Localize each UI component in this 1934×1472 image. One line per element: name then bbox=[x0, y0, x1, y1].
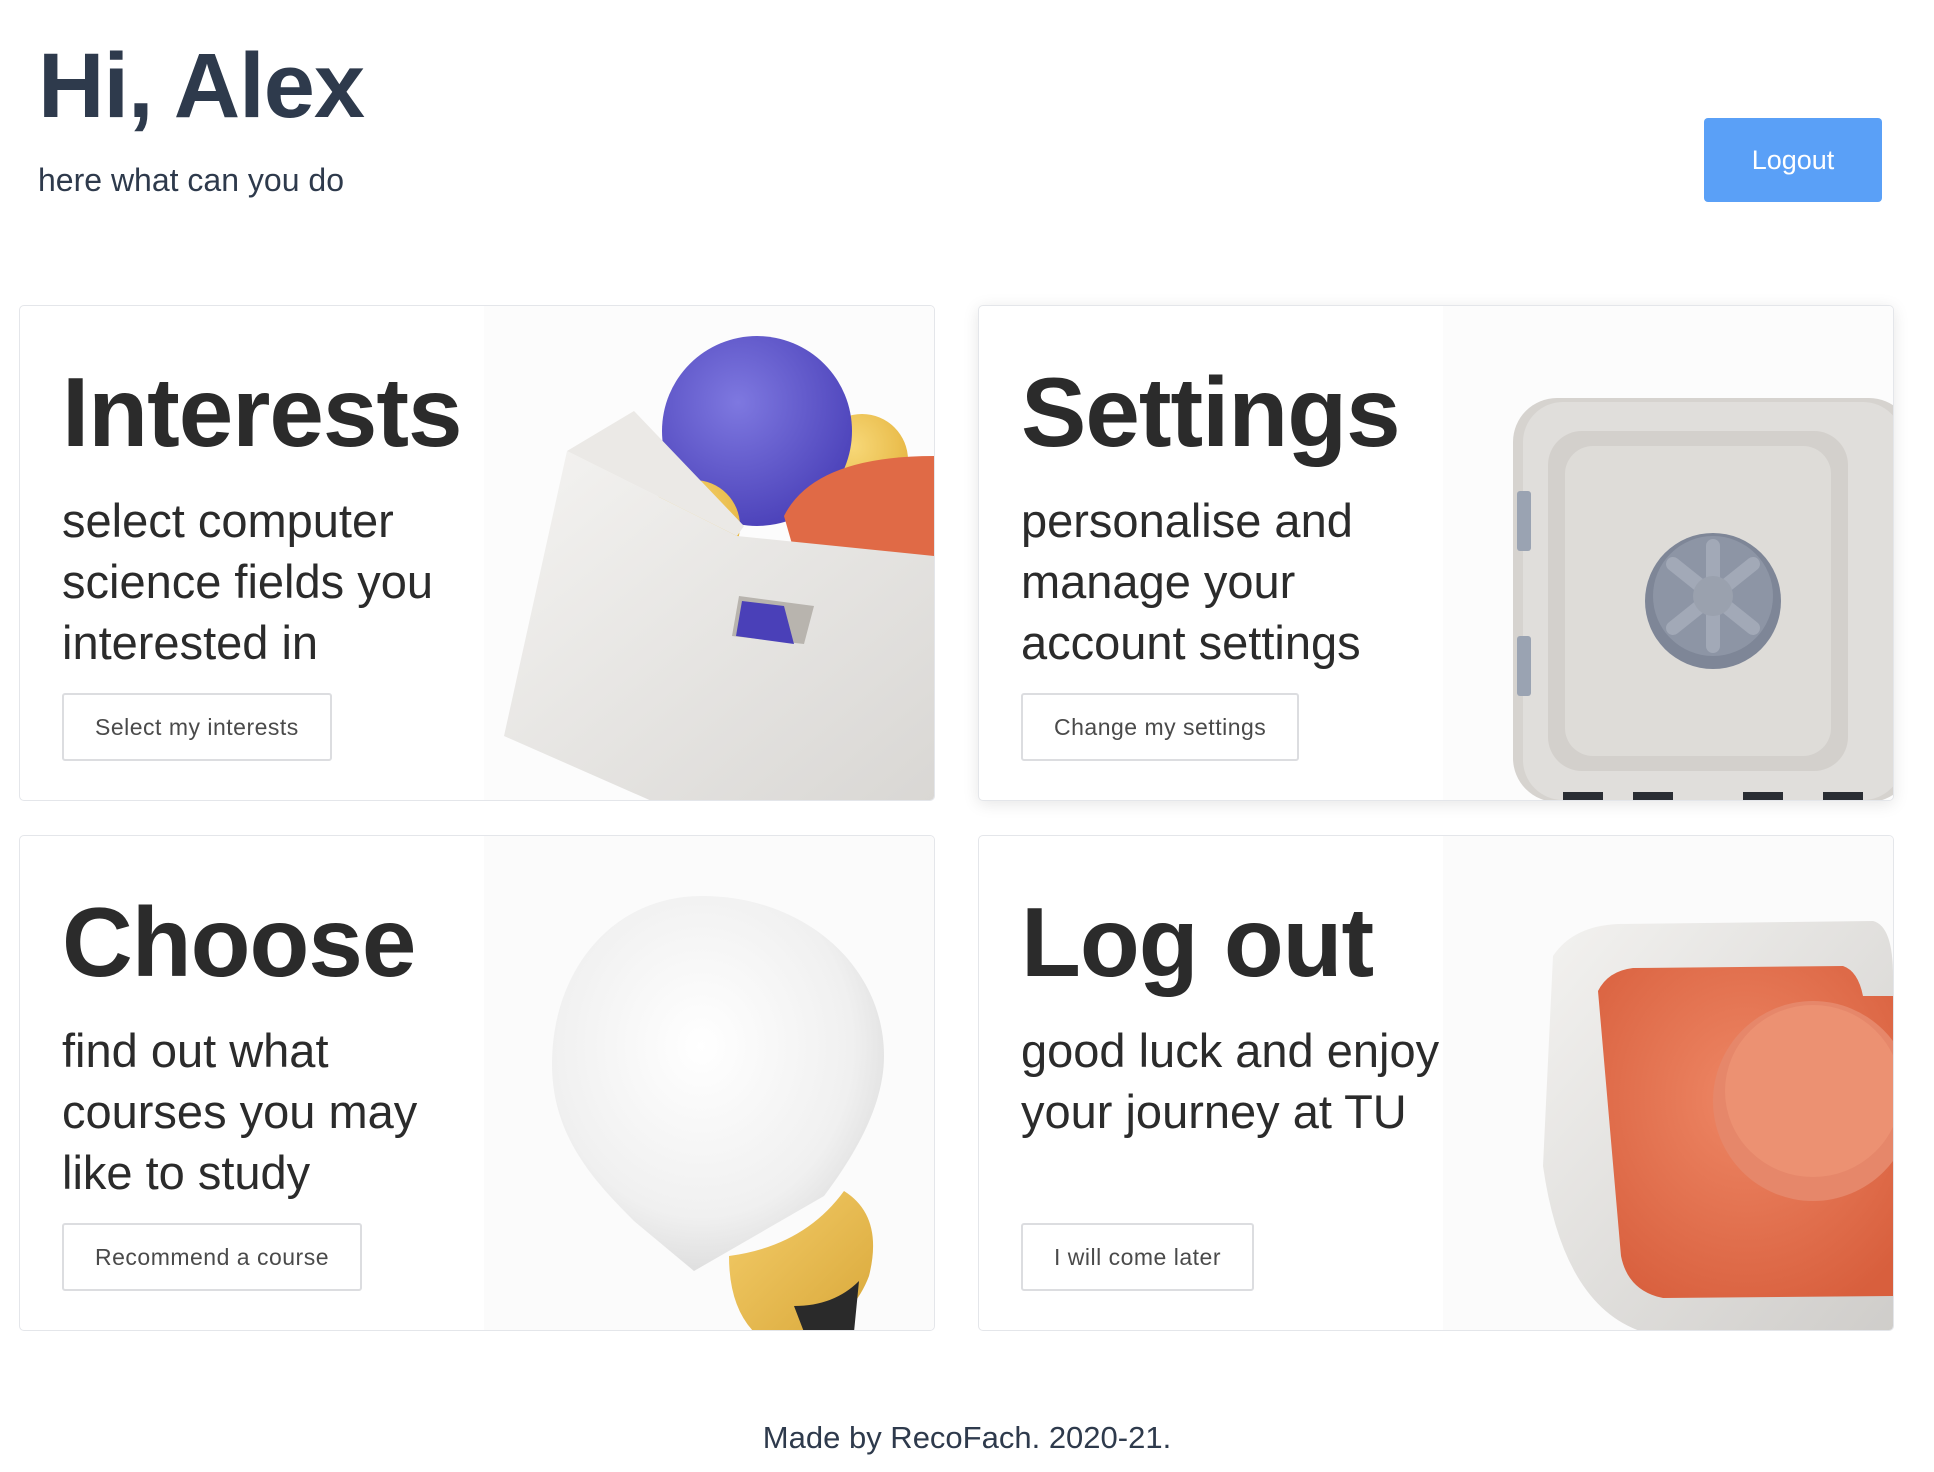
box-of-balls-icon bbox=[484, 306, 934, 800]
select-interests-button[interactable]: Select my interests bbox=[62, 693, 332, 761]
interests-card: Interests select computer science fields… bbox=[19, 305, 935, 801]
card-title: Interests bbox=[62, 357, 463, 467]
card-title: Settings bbox=[1021, 357, 1401, 467]
card-description: personalise and manage your account sett… bbox=[1021, 494, 1361, 669]
choose-card: Choose find out what courses you may lik… bbox=[19, 835, 935, 1331]
greeting-subtitle: here what can you do bbox=[38, 162, 344, 198]
card-description: good luck and enjoy your journey at TU bbox=[1021, 1024, 1440, 1138]
come-later-button[interactable]: I will come later bbox=[1021, 1223, 1254, 1291]
logout-card: Log out good luck and enjoy your journey… bbox=[978, 835, 1894, 1331]
card-description: find out what courses you may like to st… bbox=[62, 1024, 418, 1199]
recommend-course-button[interactable]: Recommend a course bbox=[62, 1223, 362, 1291]
logout-button[interactable]: Logout bbox=[1704, 118, 1882, 202]
settings-card: Settings personalise and manage your acc… bbox=[978, 305, 1894, 801]
greeting-title: Hi, Alex bbox=[38, 35, 365, 137]
card-description: select computer science fields you inter… bbox=[62, 494, 433, 669]
footer-credit: Made by RecoFach. 2020-21. bbox=[762, 1420, 1172, 1455]
page-header: Hi, Alex here what can you do Logout bbox=[0, 0, 1934, 260]
red-button-icon bbox=[1443, 836, 1893, 1330]
safe-icon bbox=[1443, 306, 1893, 800]
change-settings-button[interactable]: Change my settings bbox=[1021, 693, 1300, 761]
card-title: Log out bbox=[1021, 887, 1374, 997]
lightbulb-icon bbox=[484, 836, 934, 1330]
card-title: Choose bbox=[62, 887, 416, 997]
